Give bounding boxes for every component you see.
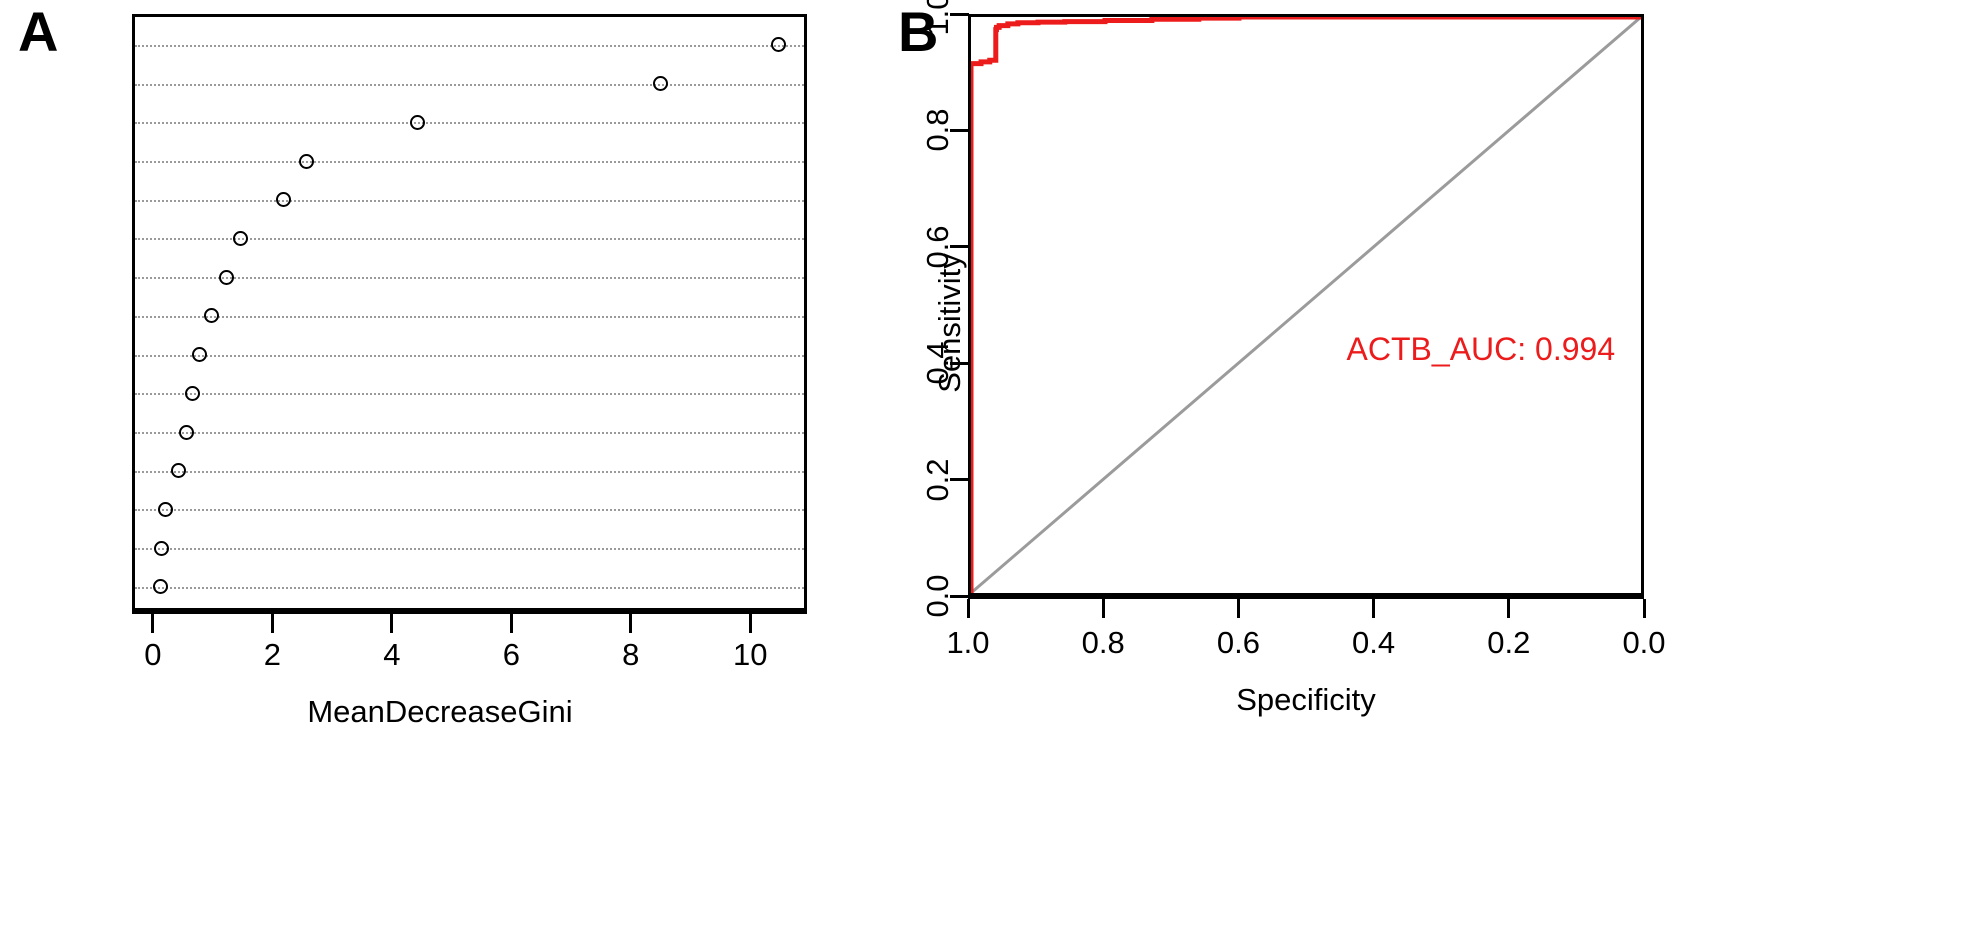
x-tick-label: 8 (622, 637, 640, 672)
x-tick (509, 614, 513, 633)
panel-a: A ACTBTLN1FLNARAC1FLNBNDUFS1GYS1NDUFA11M… (0, 0, 880, 925)
data-point (203, 308, 219, 324)
data-point (218, 269, 234, 285)
gridline (135, 122, 804, 125)
x-tick-label: 1.0 (946, 625, 990, 660)
data-point (233, 230, 249, 246)
panel-a-letter: A (18, 0, 59, 63)
data-point (154, 540, 170, 556)
x-tick (1642, 599, 1646, 618)
gridline (135, 354, 804, 357)
data-point (410, 114, 426, 130)
panel-b-plot-area (968, 14, 1644, 596)
gridline (135, 393, 804, 396)
data-point (153, 579, 169, 595)
data-point (179, 424, 195, 440)
x-tick-label: 0.4 (1352, 625, 1396, 660)
y-tick-label: 0.8 (920, 108, 956, 152)
data-point (192, 347, 207, 363)
panel-a-plot-area (132, 14, 807, 611)
gridline (135, 432, 804, 435)
x-tick (966, 599, 970, 618)
gridline (135, 315, 804, 318)
y-tick-label: 1.0 (920, 0, 956, 36)
panel-b: B 0.0 0.2 0.4 0.6 0.8 1.0 Sensitivity 1.0 0.8 0… (880, 0, 1965, 925)
x-tick (151, 614, 155, 633)
x-tick-label: 6 (502, 637, 520, 672)
x-tick (748, 614, 752, 633)
x-tick (1236, 599, 1240, 618)
gridline (135, 586, 804, 589)
x-tick (1507, 599, 1511, 618)
x-tick-label: 0.6 (1216, 625, 1260, 660)
x-tick (390, 614, 394, 633)
gridline (135, 277, 804, 280)
x-tick-label: 0.8 (1081, 625, 1125, 660)
x-tick-label: 0.2 (1487, 625, 1531, 660)
gridline (135, 199, 804, 202)
y-tick-label: 0.2 (920, 458, 956, 502)
data-point (770, 37, 786, 53)
panel-b-y-axis-line (968, 14, 971, 596)
x-tick (629, 614, 633, 633)
data-point (653, 76, 669, 92)
y-tick-label: 0.0 (920, 574, 956, 618)
panel-b-x-axis-title: Specificity (1236, 682, 1376, 717)
reference-diagonal-line (971, 17, 1641, 593)
gridline (135, 509, 804, 512)
x-tick-label: 2 (263, 637, 281, 672)
gridline (135, 83, 804, 86)
data-point (185, 385, 201, 401)
data-point (275, 192, 291, 208)
x-tick-label: 10 (733, 637, 768, 672)
x-tick-label: 0.0 (1622, 625, 1666, 660)
panel-a-x-axis-title: MeanDecreaseGini (307, 694, 573, 729)
x-tick-label: 0 (144, 637, 162, 672)
roc-curve-svg (971, 17, 1641, 593)
gridline (135, 470, 804, 473)
panel-b-y-axis-title: Sensitivity (932, 253, 967, 393)
data-point (298, 153, 314, 169)
x-tick (1101, 599, 1105, 618)
x-tick (270, 614, 274, 633)
data-point (171, 463, 187, 479)
gridline (135, 548, 804, 551)
panel-b-x-axis-line (968, 596, 1644, 599)
auc-annotation: ACTB_AUC: 0.994 (1346, 331, 1616, 368)
data-point (157, 501, 173, 517)
figure-root: A ACTBTLN1FLNARAC1FLNBNDUFS1GYS1NDUFA11M… (0, 0, 1965, 925)
x-tick-label: 4 (383, 637, 401, 672)
gridline (135, 44, 804, 47)
gridline (135, 161, 804, 164)
x-tick (1372, 599, 1376, 618)
panel-a-x-axis-line (132, 611, 807, 614)
